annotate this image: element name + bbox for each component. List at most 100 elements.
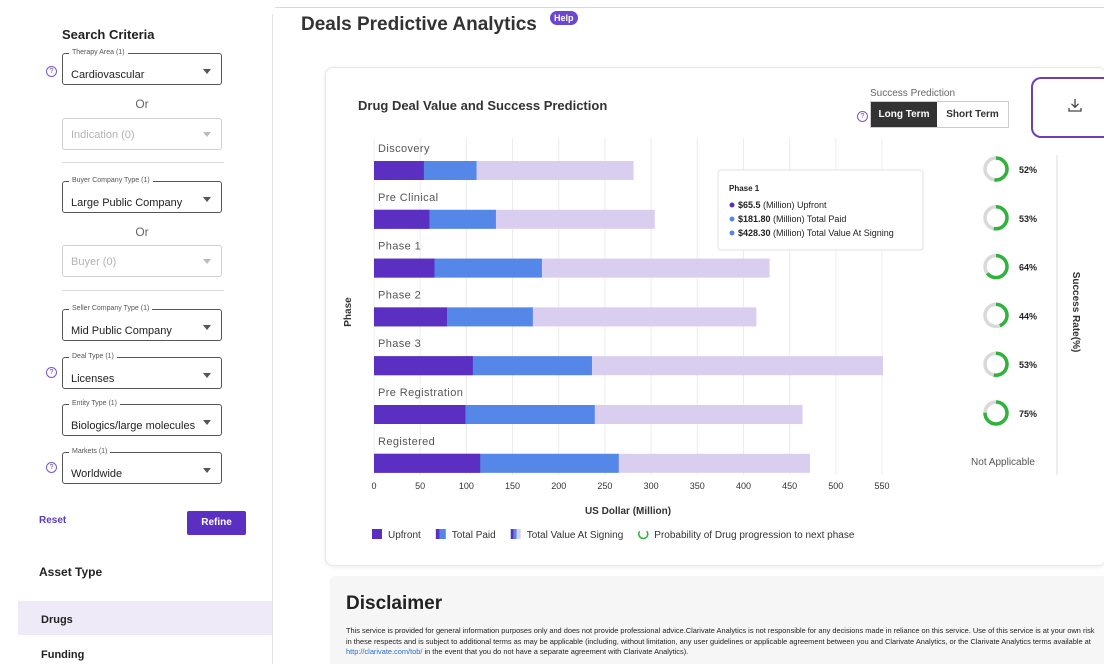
disclaimer-title: Disclaimer xyxy=(346,593,443,614)
success-rate-label: 53% xyxy=(1019,360,1037,370)
sidebar-divider xyxy=(272,14,273,664)
seller-company-type-legend: Seller Company Type (1) xyxy=(69,304,153,314)
x-tick-label: 350 xyxy=(690,481,705,491)
entity-type-value: Biologics/large molecules xyxy=(71,420,196,432)
long-term-button[interactable]: Long Term xyxy=(871,102,937,127)
legend-swatch-total-value xyxy=(510,529,514,539)
chevron-down-icon xyxy=(203,197,211,202)
help-icon[interactable]: ? xyxy=(46,66,57,77)
deal-value-chart: Discovery Pre Clinical Phase 1 Phase 2 Phase… xyxy=(343,138,1081,541)
entity-type-select[interactable]: Entity Type (1) Biologics/large molecule… xyxy=(62,399,222,436)
buyer-company-type-legend: Buyer Company Type (1) xyxy=(69,176,153,186)
tooltip-title: Phase 1 xyxy=(729,184,760,193)
x-tick-label: 550 xyxy=(874,481,889,491)
help-icon[interactable]: ? xyxy=(46,462,57,473)
chevron-down-icon xyxy=(203,259,211,264)
help-icon[interactable]: ? xyxy=(46,367,57,378)
nav-item-label: Funding xyxy=(41,649,85,661)
markets-legend: Markets (1) xyxy=(69,447,111,457)
help-icon[interactable]: ? xyxy=(857,111,868,122)
download-icon xyxy=(1068,99,1082,112)
terms-link[interactable]: http://clarivate.com/tob/ xyxy=(346,647,422,656)
buyer-value: Buyer (0) xyxy=(71,256,117,268)
tooltip-dot xyxy=(729,230,735,236)
nav-item-label: Drugs xyxy=(41,614,73,626)
x-tick-label: 150 xyxy=(505,481,520,491)
category-label: Discovery xyxy=(378,143,430,155)
buyer-company-type-select[interactable]: Buyer Company Type (1) Large Public Comp… xyxy=(62,176,222,213)
indication-select[interactable]: Indication (0) xyxy=(62,118,222,150)
search-sidebar: Search Criteria ? Therapy Area (1) Cardi… xyxy=(0,0,275,664)
legend-label: Total Value At Signing xyxy=(527,530,624,541)
search-criteria-title: Search Criteria xyxy=(62,27,155,42)
legend-label: Probability of Drug progression to next … xyxy=(654,530,855,541)
x-tick-label: 200 xyxy=(551,481,566,491)
chart-title: Drug Deal Value and Success Prediction xyxy=(358,98,608,113)
help-badge[interactable]: Help xyxy=(550,11,578,25)
x-tick-label: 100 xyxy=(459,481,474,491)
refine-button[interactable]: Refine xyxy=(187,511,246,535)
therapy-area-select[interactable]: Therapy Area (1) Cardiovascular xyxy=(62,48,222,85)
or-label: Or xyxy=(135,97,149,111)
markets-value: Worldwide xyxy=(71,468,123,480)
category-label: Pre Clinical xyxy=(378,192,438,204)
therapy-area-legend: Therapy Area (1) xyxy=(69,48,128,58)
buyer-company-type-value: Large Public Company xyxy=(71,197,183,209)
therapy-area-value: Cardiovascular xyxy=(71,69,145,81)
chevron-down-icon xyxy=(203,325,211,330)
entity-type-legend: Entity Type (1) xyxy=(69,399,121,409)
divider xyxy=(62,162,224,163)
bar-upfront xyxy=(374,405,466,424)
buyer-select[interactable]: Buyer (0) xyxy=(62,245,222,277)
legend-swatch-total-value xyxy=(513,529,517,539)
nav-item-funding[interactable]: Funding xyxy=(18,636,272,670)
y-axis-title: Phase xyxy=(343,297,354,327)
chevron-down-icon xyxy=(203,132,211,137)
x-tick-label: 300 xyxy=(644,481,659,491)
asset-type-title: Asset Type xyxy=(39,565,103,579)
chevron-down-icon xyxy=(203,420,211,425)
markets-select[interactable]: Markets (1) Worldwide xyxy=(62,447,222,484)
bar-upfront xyxy=(374,356,473,376)
x-tick-label: 50 xyxy=(415,481,425,491)
tooltip-dot xyxy=(729,216,735,222)
category-label: Registered xyxy=(378,436,435,448)
disclaimer-text: This service is provided for general inf… xyxy=(346,626,1096,658)
term-toggle: Long Term Short Term xyxy=(870,101,1009,128)
x-tick-label: 250 xyxy=(597,481,612,491)
deal-type-value: Licenses xyxy=(71,373,115,385)
category-label: Pre Registration xyxy=(378,387,463,399)
tooltip-value: $428.30 xyxy=(738,228,771,238)
short-term-button[interactable]: Short Term xyxy=(937,102,1008,127)
legend-swatch-total-paid xyxy=(439,529,446,539)
tooltip-dot xyxy=(729,202,735,208)
tooltip-line: $65.5 (Million) Upfront xyxy=(738,200,827,210)
category-label: Phase 2 xyxy=(378,289,421,301)
bar-upfront xyxy=(374,209,430,229)
success-prediction-label: Success Prediction xyxy=(870,88,956,99)
chevron-down-icon xyxy=(203,373,211,378)
success-rate-label: 64% xyxy=(1019,263,1037,273)
category-label: Phase 3 xyxy=(378,338,421,350)
disclaimer-text-part: in the event that you do not have a sepa… xyxy=(422,647,689,656)
bar-upfront xyxy=(374,453,481,473)
reset-link[interactable]: Reset xyxy=(39,515,66,526)
bar-upfront xyxy=(374,258,435,278)
deal-type-select[interactable]: Deal Type (1) Licenses xyxy=(62,352,222,389)
legend-swatch-probability xyxy=(637,528,649,540)
nav-item-drugs[interactable]: Drugs xyxy=(18,601,272,635)
seller-company-type-value: Mid Public Company xyxy=(71,325,172,337)
success-rate-label: 75% xyxy=(1019,409,1037,419)
seller-company-type-select[interactable]: Seller Company Type (1) Mid Public Compa… xyxy=(62,304,222,341)
category-label: Phase 1 xyxy=(378,241,421,253)
tooltip-value: $181.80 xyxy=(738,214,771,224)
tooltip-line: $181.80 (Million) Total Paid xyxy=(738,214,846,224)
tooltip-value: $65.5 xyxy=(738,200,761,210)
legend-label: Upfront xyxy=(388,530,421,541)
tooltip-line: $428.30 (Million) Total Value At Signing xyxy=(738,228,894,238)
success-rate-label: 52% xyxy=(1019,165,1037,175)
download-button[interactable] xyxy=(1031,77,1104,138)
success-rate-label: 44% xyxy=(1019,311,1037,321)
bar-upfront xyxy=(374,307,447,327)
x-tick-label: 400 xyxy=(736,481,751,491)
